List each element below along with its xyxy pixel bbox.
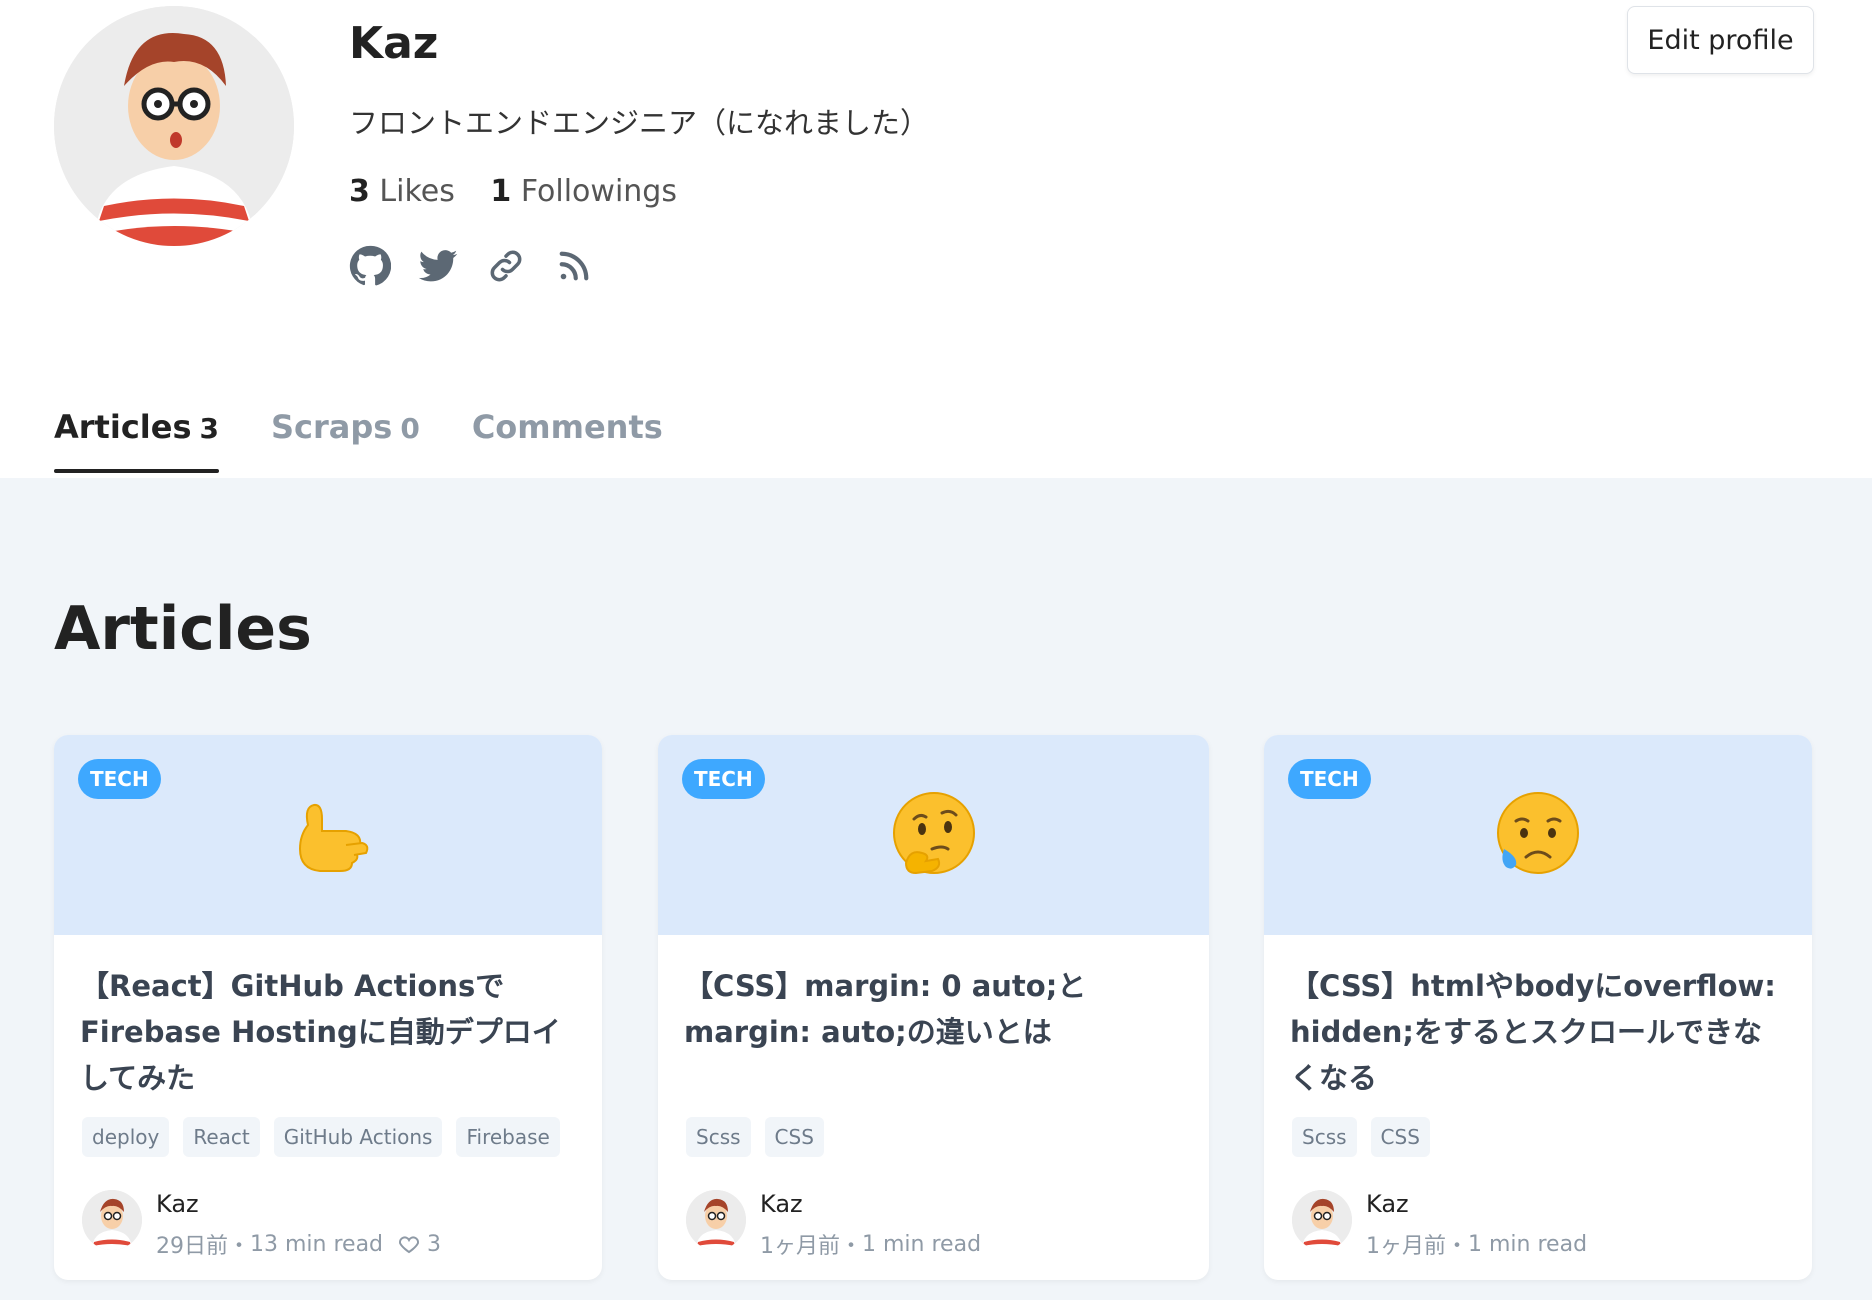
call-me-hand-icon — [298, 803, 369, 872]
tag[interactable]: CSS — [764, 1117, 824, 1157]
author-avatar[interactable] — [686, 1190, 746, 1250]
sad-sweat-face-icon — [1497, 792, 1579, 874]
article-author: Kaz 29日前・ 13 min read 3 — [82, 1190, 441, 1260]
read-time: 1 min read — [1468, 1231, 1588, 1257]
article-title[interactable]: 【CSS】margin: 0 auto;とmargin: auto;の違いとは — [684, 963, 1184, 1055]
edit-profile-button[interactable]: Edit profile — [1627, 6, 1814, 74]
thinking-face-icon — [892, 792, 975, 875]
profile-name: Kaz — [349, 18, 439, 69]
tag[interactable]: React — [183, 1117, 260, 1157]
tech-badge: TECH — [78, 759, 161, 799]
article-card[interactable]: TECH 【React】GitHub ActionsでFirebase Host… — [54, 735, 602, 1280]
article-date: 1ヶ月前 — [760, 1234, 840, 1259]
article-tags: Scss CSS — [1292, 1117, 1430, 1157]
likes-count: 3 — [349, 174, 370, 209]
article-meta: 1ヶ月前・ 1 min read — [1366, 1228, 1587, 1260]
article-tags: deploy React GitHub Actions Firebase — [82, 1117, 560, 1157]
followings-stat[interactable]: 1 Followings — [490, 174, 677, 209]
tech-badge: TECH — [682, 759, 765, 799]
articles-section: Articles TECH 【React】GitHub ActionsでFire… — [0, 478, 1872, 1300]
article-tags: Scss CSS — [686, 1117, 824, 1157]
followings-label: Followings — [520, 174, 677, 209]
profile-stats: 3 Likes 1 Followings — [349, 174, 703, 209]
tab-articles[interactable]: Articles 3 — [54, 408, 219, 473]
github-icon[interactable] — [349, 245, 391, 287]
tag[interactable]: Scss — [686, 1117, 751, 1157]
profile-header: Kaz フロントエンドエンジニア（になれました） 3 Likes 1 Follo… — [0, 0, 1872, 478]
social-links — [349, 245, 595, 287]
tag[interactable]: deploy — [82, 1117, 170, 1157]
section-title: Articles — [54, 594, 312, 664]
article-thumbnail: TECH — [54, 735, 602, 935]
author-name[interactable]: Kaz — [760, 1190, 981, 1218]
twitter-icon[interactable] — [417, 245, 459, 287]
article-title[interactable]: 【CSS】htmlやbodyにoverflow: hidden;をするとスクロー… — [1290, 963, 1790, 1101]
profile-tabs: Articles 3 Scraps 0 Comments — [54, 408, 663, 473]
article-card[interactable]: TECH 【CSS】margin: 0 auto;とmargin: auto;の… — [658, 735, 1209, 1280]
article-author: Kaz 1ヶ月前・ 1 min read — [1292, 1190, 1587, 1260]
likes-stat[interactable]: 3 Likes — [349, 174, 464, 209]
author-avatar[interactable] — [1292, 1190, 1352, 1250]
heart-icon[interactable] — [397, 1232, 421, 1256]
article-thumbnail: TECH — [658, 735, 1209, 935]
likes-label: Likes — [379, 174, 455, 209]
article-date: 1ヶ月前 — [1366, 1234, 1446, 1259]
profile-bio: フロントエンドエンジニア（になれました） — [349, 106, 930, 140]
article-date: 29日前 — [156, 1234, 228, 1259]
read-time: 1 min read — [862, 1231, 982, 1257]
tab-scraps[interactable]: Scraps 0 — [271, 408, 420, 470]
read-time: 13 min read — [250, 1231, 384, 1257]
article-card[interactable]: TECH 【CSS】htmlやbodyにoverflow: hidden;をする… — [1264, 735, 1812, 1280]
followings-count: 1 — [490, 174, 512, 209]
tag[interactable]: Scss — [1292, 1117, 1357, 1157]
link-icon[interactable] — [485, 245, 527, 287]
tag[interactable]: Firebase — [456, 1117, 560, 1157]
profile-avatar[interactable] — [54, 6, 294, 246]
article-author: Kaz 1ヶ月前・ 1 min read — [686, 1190, 981, 1260]
author-name[interactable]: Kaz — [156, 1190, 441, 1218]
tech-badge: TECH — [1288, 759, 1371, 799]
tab-comments[interactable]: Comments — [472, 408, 663, 470]
rss-icon[interactable] — [553, 245, 595, 287]
article-meta: 29日前・ 13 min read 3 — [156, 1228, 441, 1260]
tag[interactable]: CSS — [1370, 1117, 1430, 1157]
author-avatar[interactable] — [82, 1190, 142, 1250]
article-thumbnail: TECH — [1264, 735, 1812, 935]
author-name[interactable]: Kaz — [1366, 1190, 1587, 1218]
like-count: 3 — [427, 1231, 442, 1257]
tag[interactable]: GitHub Actions — [273, 1117, 443, 1157]
article-title[interactable]: 【React】GitHub ActionsでFirebase Hostingに自… — [80, 963, 580, 1101]
article-meta: 1ヶ月前・ 1 min read — [760, 1228, 981, 1260]
